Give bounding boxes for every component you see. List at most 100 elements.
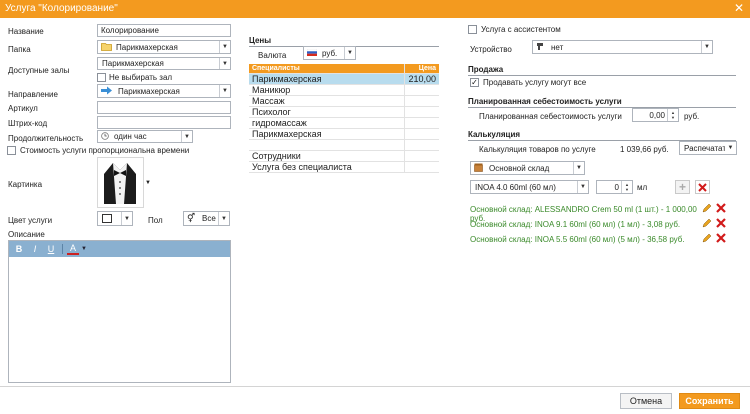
print-button[interactable]: Распечатать ▼ (679, 141, 737, 155)
folder-value: Парикмахерская (116, 42, 178, 52)
chevron-down-icon[interactable]: ▼ (219, 58, 230, 69)
italic-button[interactable]: I (28, 243, 42, 255)
calc-total: 1 039,66 руб. (620, 145, 669, 154)
name-input[interactable]: Колорирование (97, 24, 231, 37)
specialist-price[interactable] (404, 128, 439, 140)
sell-all-checkbox[interactable]: ✓ (470, 78, 479, 87)
chevron-down-icon[interactable]: ▼ (573, 162, 584, 174)
chevron-down-icon[interactable]: ▼ (344, 47, 355, 59)
currency-value: руб. (322, 48, 338, 58)
delete-icon (698, 182, 707, 192)
edit-icon[interactable] (702, 203, 712, 215)
chevron-down-icon[interactable]: ▼ (701, 41, 712, 53)
halls-select[interactable]: Парикмахерская ▼ (97, 57, 231, 70)
specialist-price[interactable] (404, 84, 439, 96)
chevron-down-icon[interactable]: ▼ (219, 85, 230, 97)
qty-value[interactable]: 0 (597, 183, 621, 192)
table-row[interactable]: Услуга без специалиста (249, 161, 439, 173)
no-hall-checkbox[interactable] (97, 73, 106, 82)
chevron-down-icon[interactable]: ▼ (181, 131, 192, 142)
window-title: Услуга "Колорирование" (5, 3, 118, 14)
edit-icon[interactable] (702, 233, 712, 245)
tuxedo-icon (104, 163, 136, 204)
assistant-checkbox[interactable] (468, 25, 477, 34)
footer-divider (0, 386, 750, 387)
service-picture[interactable] (97, 157, 144, 208)
specialist-price[interactable] (404, 139, 439, 151)
table-row[interactable]: Сотрудники (249, 150, 439, 162)
cost-spinner[interactable]: 0,00 ▲ ▼ (632, 108, 679, 122)
specialist-name: Маникюр (249, 84, 405, 96)
chevron-down-icon[interactable]: ▼ (121, 212, 132, 225)
font-color-button[interactable]: A (67, 243, 79, 255)
chevron-down-icon[interactable]: ▼ (577, 181, 588, 193)
delete-icon[interactable] (716, 203, 726, 215)
direction-select[interactable]: Парикмахерская ▼ (97, 84, 231, 98)
table-row[interactable]: Массаж (249, 95, 439, 107)
specialist-name: Парикмахерская (249, 73, 405, 85)
table-row[interactable]: гидромассаж (249, 117, 439, 129)
color-picker[interactable]: ▼ (97, 211, 133, 226)
qty-spinner[interactable]: 0 ▲ ▼ (596, 180, 633, 194)
description-editor[interactable]: B I U A ▼ (8, 240, 231, 383)
table-row[interactable]: Парикмахерская 210,00 (249, 73, 439, 85)
title-bar: Услуга "Колорирование" ✕ (0, 0, 750, 18)
chevron-down-icon[interactable]: ▼ (219, 41, 230, 53)
specialist-price[interactable] (404, 150, 439, 162)
gender-select[interactable]: ⚥ Все ▼ (183, 211, 230, 226)
table-row[interactable] (249, 139, 439, 151)
specialist-price[interactable] (404, 161, 439, 173)
table-row[interactable]: Парикмахерская (249, 128, 439, 140)
duration-select[interactable]: один час ▼ (97, 130, 193, 143)
spinner-arrows-icon[interactable]: ▲ ▼ (667, 109, 678, 121)
picture-menu-icon[interactable]: ▼ (145, 180, 151, 186)
description-label: Описание (8, 230, 45, 239)
col-specialists: Специалисты (249, 64, 405, 74)
bold-button[interactable]: B (12, 243, 26, 255)
barcode-input[interactable] (97, 116, 231, 129)
underline-button[interactable]: U (44, 243, 58, 255)
add-product-button[interactable]: + (675, 180, 690, 194)
direction-label: Направление (8, 90, 58, 99)
description-text[interactable] (9, 257, 230, 263)
gender-label: Пол (148, 216, 163, 225)
proportional-checkbox[interactable] (7, 146, 16, 155)
cost-label: Планированная себестоимость услуги (479, 112, 622, 121)
specialist-price[interactable] (404, 95, 439, 107)
proportional-option[interactable]: Стоимость услуги пропорциональна времени (7, 146, 189, 155)
specialist-price[interactable] (404, 106, 439, 118)
specialist-price[interactable]: 210,00 (404, 73, 439, 85)
chevron-down-icon[interactable]: ▼ (81, 246, 87, 252)
edit-icon[interactable] (702, 218, 712, 230)
no-hall-option[interactable]: Не выбирать зал (97, 73, 172, 82)
gender-value: Все (202, 214, 216, 223)
specialist-price[interactable] (404, 117, 439, 129)
table-row[interactable]: Психолог (249, 106, 439, 118)
folder-select[interactable]: Парикмахерская ▼ (97, 40, 231, 54)
close-icon[interactable]: ✕ (734, 1, 744, 15)
spinner-arrows-icon[interactable]: ▲ ▼ (621, 181, 632, 193)
editor-toolbar: B I U A ▼ (9, 241, 230, 257)
delete-icon[interactable] (716, 233, 726, 245)
warehouse-select[interactable]: Основной склад ▼ (470, 161, 585, 175)
print-label: Распечатать (684, 143, 725, 153)
article-input[interactable] (97, 101, 231, 114)
device-select[interactable]: нет ▼ (532, 40, 713, 54)
product-select[interactable]: INOA 4.0 60ml (60 мл) ▼ (470, 180, 589, 194)
sell-all-option[interactable]: ✓ Продавать услугу могут все (470, 78, 586, 87)
cost-title: Планированная себестоимость услуги (468, 97, 736, 108)
cancel-button[interactable]: Отмена (620, 393, 672, 409)
specialist-name: Парикмахерская (249, 128, 405, 140)
currency-select[interactable]: руб. ▼ (303, 46, 356, 60)
qty-unit: мл (637, 183, 648, 192)
table-row[interactable]: Маникюр (249, 84, 439, 96)
assistant-option[interactable]: Услуга с ассистентом (468, 25, 561, 34)
clear-product-button[interactable] (695, 180, 710, 194)
folder-label: Папка (8, 45, 31, 54)
delete-icon[interactable] (716, 218, 726, 230)
chevron-down-icon[interactable]: ▼ (725, 142, 736, 154)
chevron-down-icon[interactable]: ▼ (218, 212, 229, 225)
save-button[interactable]: Сохранить (679, 393, 740, 409)
cost-value[interactable]: 0,00 (633, 111, 667, 120)
arrow-right-icon (98, 86, 114, 97)
